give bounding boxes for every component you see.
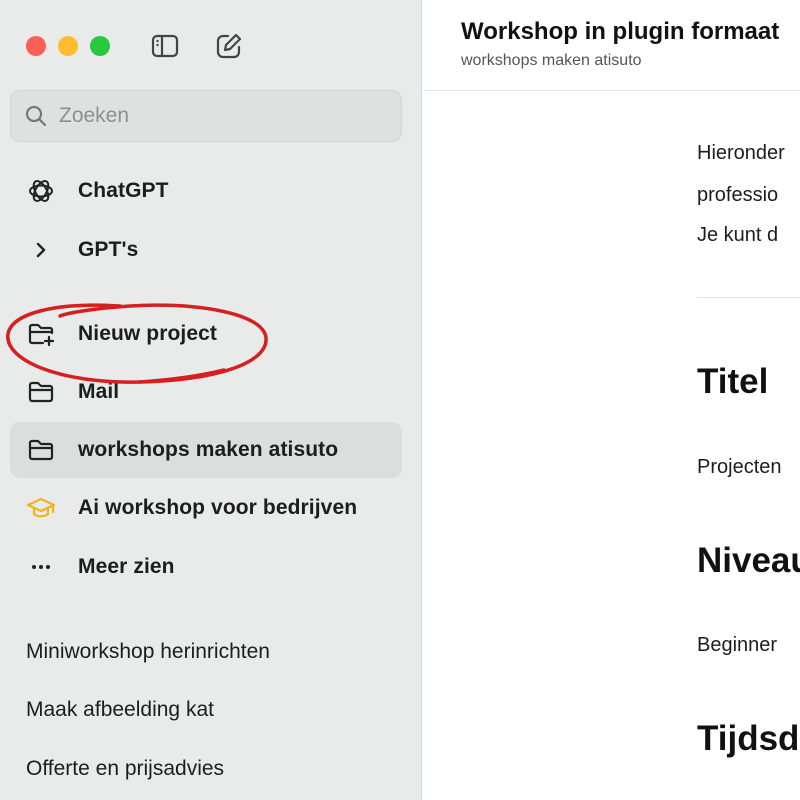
sidebar-item-more[interactable]: Meer zien: [10, 539, 402, 595]
folder-icon: [24, 433, 58, 467]
intro-line: professio: [697, 184, 779, 206]
intro-line: Hieronder: [697, 142, 785, 164]
recent-chat-item[interactable]: Maak afbeelding kat: [26, 698, 214, 722]
section-heading: Titel: [697, 362, 769, 401]
search-icon: [25, 105, 47, 127]
divider: [697, 297, 800, 298]
section-text: Beginner: [697, 634, 778, 656]
sidebar-item-chatgpt[interactable]: ChatGPT: [10, 163, 402, 219]
sidebar-item-new-project[interactable]: Nieuw project: [10, 306, 402, 362]
sidebar-item-label: Meer zien: [78, 555, 175, 578]
sidebar: ChatGPT GPT's Nieuw project Mail: [0, 0, 422, 800]
close-window-button[interactable]: [26, 36, 46, 56]
openai-logo-icon: [24, 174, 58, 208]
search-input[interactable]: [57, 103, 361, 129]
sidebar-item-label: ChatGPT: [78, 179, 169, 202]
project-breadcrumb[interactable]: workshops maken atisuto: [461, 52, 642, 70]
minimize-window-button[interactable]: [58, 36, 78, 56]
folder-plus-icon: [24, 317, 58, 351]
section-heading: Tijdsd: [697, 719, 800, 758]
zoom-window-button[interactable]: [90, 36, 110, 56]
sidebar-item-workshops-maken-atisuto[interactable]: workshops maken atisuto: [10, 422, 402, 478]
more-dots-icon: [24, 550, 58, 584]
sidebar-item-gpts[interactable]: GPT's: [10, 222, 402, 278]
sidebar-item-label: Ai workshop voor bedrijven: [78, 496, 358, 519]
sidebar-item-label: Mail: [78, 380, 120, 403]
section-heading: Niveau: [697, 541, 800, 580]
section-text: Projecten: [697, 456, 782, 478]
window-controls: [26, 36, 110, 56]
sidebar-item-ai-workshop[interactable]: Ai workshop voor bedrijven: [10, 480, 402, 536]
recent-chat-item[interactable]: Miniworkshop herinrichten: [26, 640, 270, 664]
sidebar-item-mail[interactable]: Mail: [10, 364, 402, 420]
sidebar-toggle-icon[interactable]: [148, 30, 182, 62]
graduation-cap-icon: [24, 491, 58, 525]
chevron-right-icon: [24, 233, 58, 267]
sidebar-item-label: workshops maken atisuto: [78, 438, 339, 461]
new-chat-icon[interactable]: [212, 30, 246, 62]
chat-content: Hieronder professio Je kunt d Titel Proj…: [697, 0, 800, 800]
recent-chat-item[interactable]: Offerte en prijsadvies: [26, 757, 224, 781]
intro-line: Je kunt d: [697, 224, 779, 246]
folder-icon: [24, 375, 58, 409]
sidebar-item-label: Nieuw project: [78, 322, 217, 345]
sidebar-item-label: GPT's: [78, 238, 139, 261]
search-field[interactable]: [10, 90, 402, 142]
